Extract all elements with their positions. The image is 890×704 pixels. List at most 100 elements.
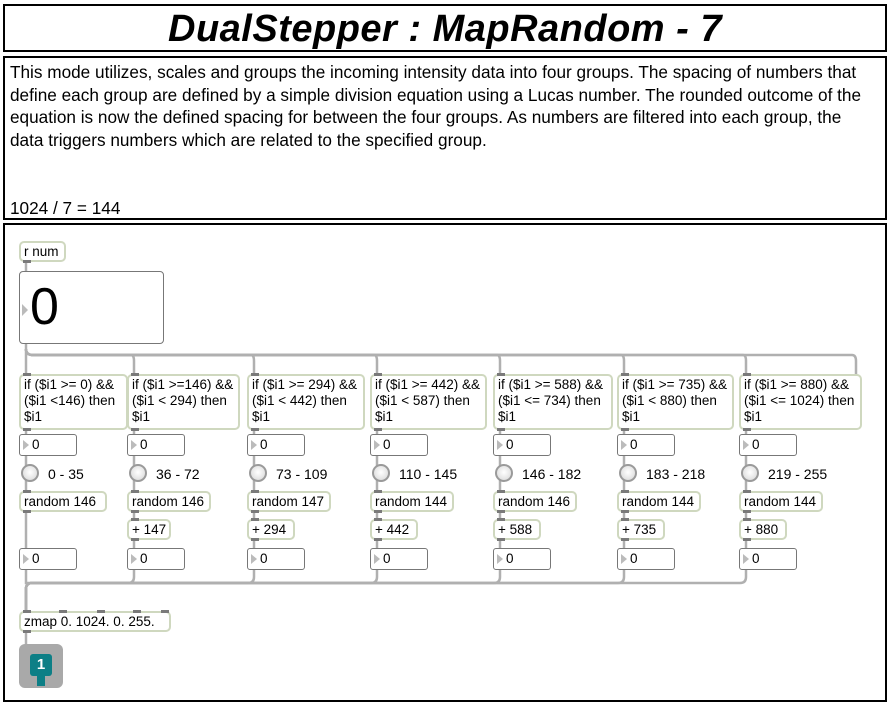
if-inlet[interactable] xyxy=(131,373,139,376)
add-outlet[interactable] xyxy=(251,538,259,541)
random-inlet[interactable] xyxy=(497,490,505,493)
random-inlet[interactable] xyxy=(23,490,31,493)
group-number-box[interactable]: 0 xyxy=(493,434,551,456)
zmap-inlet-2[interactable] xyxy=(59,610,67,613)
number-triangle-icon xyxy=(621,554,627,564)
if-object[interactable]: if ($i1 >= 294) && ($i1 < 442) then $i1 xyxy=(247,373,365,431)
if-object[interactable]: if ($i1 >= 0) && ($i1 <146) then $i1 xyxy=(19,373,128,431)
output-number-box[interactable]: 0 xyxy=(247,548,305,570)
add-outlet[interactable] xyxy=(131,538,139,541)
output-number-box[interactable]: 0 xyxy=(617,548,675,570)
random-object[interactable]: random 147 xyxy=(247,490,331,513)
trigger-led[interactable] xyxy=(21,464,39,482)
group-number-box[interactable]: 0 xyxy=(247,434,305,456)
add-outlet[interactable] xyxy=(497,538,505,541)
if-inlet[interactable] xyxy=(374,373,382,376)
output-number-box[interactable]: 0 xyxy=(493,548,551,570)
if-object[interactable]: if ($i1 >= 880) && ($i1 <= 1024) then $i… xyxy=(739,373,862,431)
if-inlet[interactable] xyxy=(497,373,505,376)
random-label: random 144 xyxy=(744,494,817,509)
random-outlet[interactable] xyxy=(374,510,382,513)
trigger-led[interactable] xyxy=(619,464,637,482)
if-inlet[interactable] xyxy=(23,373,31,376)
receive-outlet[interactable] xyxy=(23,260,31,263)
if-inlet[interactable] xyxy=(251,373,259,376)
random-object[interactable]: random 146 xyxy=(493,490,577,513)
zmap-inlet-5[interactable] xyxy=(161,610,169,613)
add-object[interactable]: + 880 xyxy=(739,518,787,541)
group-number-value: 0 xyxy=(630,437,638,452)
random-inlet[interactable] xyxy=(374,490,382,493)
zmap-inlet-4[interactable] xyxy=(133,610,141,613)
if-outlet[interactable] xyxy=(743,428,751,431)
add-inlet[interactable] xyxy=(743,518,751,521)
random-outlet[interactable] xyxy=(497,510,505,513)
random-outlet[interactable] xyxy=(743,510,751,513)
output-number-box[interactable]: 0 xyxy=(19,548,77,570)
group-number-box[interactable]: 0 xyxy=(19,434,77,456)
if-inlet[interactable] xyxy=(743,373,751,376)
random-object[interactable]: random 144 xyxy=(739,490,823,513)
random-inlet[interactable] xyxy=(131,490,139,493)
preset-button[interactable]: 1 xyxy=(19,644,63,688)
patch-cord xyxy=(24,348,858,375)
zmap-inlet-1[interactable] xyxy=(23,610,31,613)
trigger-led[interactable] xyxy=(741,464,759,482)
add-object[interactable]: + 147 xyxy=(127,518,171,541)
if-outlet[interactable] xyxy=(497,428,505,431)
if-object[interactable]: if ($i1 >= 588) && ($i1 <= 734) then $i1 xyxy=(493,373,613,431)
receive-object[interactable]: r num xyxy=(19,241,66,263)
if-object[interactable]: if ($i1 >= 442) && ($i1 < 587) then $i1 xyxy=(370,373,487,431)
zmap-object[interactable]: zmap 0. 1024. 0. 255. xyxy=(19,610,171,633)
if-object[interactable]: if ($i1 >=146) && ($i1 < 294) then $i1 xyxy=(127,373,240,431)
zmap-inlet-3[interactable] xyxy=(97,610,105,613)
group-number-box[interactable]: 0 xyxy=(739,434,797,456)
add-outlet[interactable] xyxy=(743,538,751,541)
input-number-box[interactable]: 0 xyxy=(19,271,164,344)
if-outlet[interactable] xyxy=(251,428,259,431)
add-inlet[interactable] xyxy=(251,518,259,521)
add-inlet[interactable] xyxy=(497,518,505,521)
add-object[interactable]: + 294 xyxy=(247,518,295,541)
random-outlet[interactable] xyxy=(23,510,31,513)
add-inlet[interactable] xyxy=(621,518,629,521)
trigger-led[interactable] xyxy=(129,464,147,482)
trigger-led[interactable] xyxy=(495,464,513,482)
random-object[interactable]: random 146 xyxy=(127,490,211,513)
if-outlet[interactable] xyxy=(374,428,382,431)
random-outlet[interactable] xyxy=(131,510,139,513)
add-object[interactable]: + 588 xyxy=(493,518,541,541)
add-outlet[interactable] xyxy=(374,538,382,541)
trigger-led[interactable] xyxy=(249,464,267,482)
random-object[interactable]: random 146 xyxy=(19,490,107,513)
add-inlet[interactable] xyxy=(374,518,382,521)
add-object[interactable]: + 442 xyxy=(370,518,418,541)
if-outlet[interactable] xyxy=(131,428,139,431)
group-number-box[interactable]: 0 xyxy=(370,434,428,456)
if-inlet[interactable] xyxy=(621,373,629,376)
group-number-box[interactable]: 0 xyxy=(127,434,185,456)
add-inlet[interactable] xyxy=(131,518,139,521)
random-outlet[interactable] xyxy=(251,510,259,513)
random-outlet[interactable] xyxy=(621,510,629,513)
output-number-box[interactable]: 0 xyxy=(739,548,797,570)
if-outlet[interactable] xyxy=(23,428,31,431)
random-object[interactable]: random 144 xyxy=(370,490,454,513)
patcher-canvas[interactable]: r num 0 if ($i1 >= 0) && ($i1 <146) then… xyxy=(3,223,887,702)
if-expression: if ($i1 >= 880) && ($i1 <= 1024) then $i… xyxy=(744,377,855,424)
patch-cord xyxy=(24,570,256,611)
group-number-box[interactable]: 0 xyxy=(617,434,675,456)
output-number-box[interactable]: 0 xyxy=(127,548,185,570)
add-object[interactable]: + 735 xyxy=(617,518,665,541)
random-inlet[interactable] xyxy=(743,490,751,493)
random-object[interactable]: random 144 xyxy=(617,490,701,513)
patch-cord xyxy=(24,570,379,611)
random-inlet[interactable] xyxy=(251,490,259,493)
output-number-box[interactable]: 0 xyxy=(370,548,428,570)
trigger-led[interactable] xyxy=(372,464,390,482)
if-outlet[interactable] xyxy=(621,428,629,431)
add-outlet[interactable] xyxy=(621,538,629,541)
zmap-outlet[interactable] xyxy=(23,630,31,633)
if-object[interactable]: if ($i1 >= 735) && ($i1 < 880) then $i1 xyxy=(617,373,734,431)
random-inlet[interactable] xyxy=(621,490,629,493)
